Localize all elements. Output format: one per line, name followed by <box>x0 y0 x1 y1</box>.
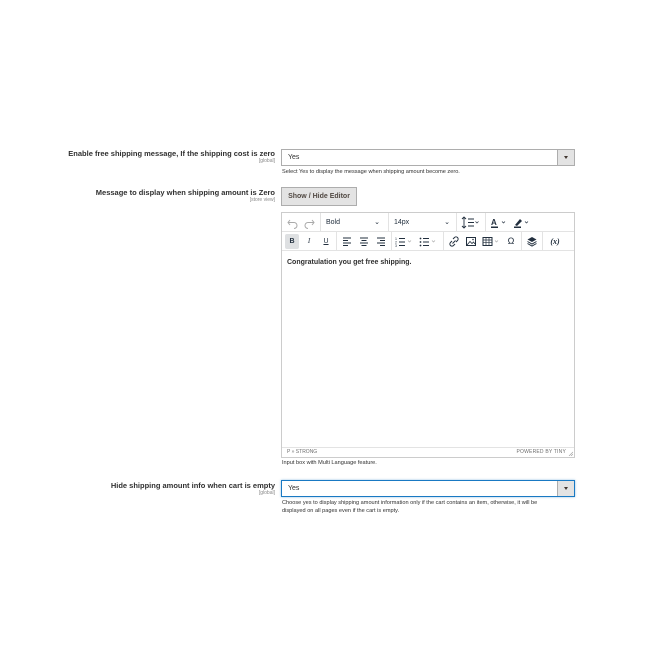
bullet-list-icon[interactable] <box>418 234 440 249</box>
message-label-group: Message to display when shipping amount … <box>96 188 275 204</box>
undo-icon[interactable] <box>286 215 299 230</box>
table-icon[interactable] <box>481 234 503 249</box>
chevron-down-icon[interactable] <box>557 481 574 496</box>
redo-icon[interactable] <box>303 215 316 230</box>
format-select-value: Bold <box>326 219 341 226</box>
font-size-select[interactable]: 14px ⌄ <box>390 215 454 230</box>
hide-empty-note: Choose yes to display shipping amount in… <box>282 499 576 515</box>
editor-toolbar-row-1: Bold ⌄ 14px ⌄ A <box>282 213 574 232</box>
chevron-down-icon: ⌄ <box>374 219 380 226</box>
image-icon[interactable] <box>464 234 478 249</box>
svg-text:A: A <box>491 218 497 227</box>
svg-text:3: 3 <box>395 244 397 248</box>
line-height-button[interactable] <box>459 215 481 230</box>
free-shipping-label: Enable free shipping message, If the shi… <box>68 149 275 158</box>
hide-empty-note-line-1: Choose yes to display shipping amount in… <box>282 500 538 506</box>
free-shipping-select-value: Yes <box>288 154 300 161</box>
highlight-color-icon[interactable] <box>511 215 533 230</box>
hide-empty-label-group: Hide shipping amount info when cart is e… <box>111 481 275 497</box>
toolbar-divider <box>456 213 457 231</box>
insert-variable-button[interactable]: (x) <box>545 234 565 249</box>
text-color-button[interactable]: A <box>488 215 510 230</box>
chevron-down-icon: ⌄ <box>444 219 450 226</box>
message-scope: [store view] <box>249 197 275 203</box>
toolbar-divider <box>391 232 392 250</box>
editor-status-bar: P » STRONG POWERED BY TINY <box>282 447 574 457</box>
hide-empty-label: Hide shipping amount info when cart is e… <box>110 481 275 490</box>
rich-text-editor: Bold ⌄ 14px ⌄ A B I U 1 2 3 Ω (x) Congra… <box>281 212 575 458</box>
italic-button[interactable]: I <box>302 234 316 249</box>
numbered-list-icon[interactable]: 123 <box>394 234 416 249</box>
hide-empty-scope: [global] <box>258 490 275 496</box>
special-character-icon[interactable]: Ω <box>504 234 518 249</box>
align-right-icon[interactable] <box>374 234 388 249</box>
link-icon[interactable] <box>447 234 461 249</box>
hide-empty-select[interactable]: Yes <box>281 480 575 497</box>
toolbar-divider <box>388 213 389 231</box>
free-shipping-select[interactable]: Yes <box>281 149 575 166</box>
resize-handle-icon[interactable] <box>568 451 573 456</box>
tiny-branding[interactable]: POWERED BY TINY <box>517 448 567 457</box>
align-center-icon[interactable] <box>357 234 371 249</box>
bold-button[interactable]: B <box>285 234 299 249</box>
toolbar-divider <box>336 232 337 250</box>
toolbar-divider <box>443 232 444 250</box>
chevron-down-icon[interactable] <box>557 150 574 165</box>
message-note: Input box with Multi Language feature. <box>282 460 377 466</box>
toolbar-divider <box>521 232 522 250</box>
editor-toolbar-row-2: B I U 123 Ω (x) <box>282 232 574 251</box>
show-hide-editor-button[interactable]: Show / Hide Editor <box>281 187 357 206</box>
font-size-select-value: 14px <box>394 219 410 226</box>
element-path[interactable]: P » STRONG <box>287 448 317 457</box>
toolbar-divider <box>485 213 486 231</box>
toolbar-divider <box>542 232 543 250</box>
free-shipping-scope: [global] <box>258 158 275 164</box>
toolbar-divider <box>320 213 321 231</box>
hide-empty-select-value: Yes <box>288 485 300 492</box>
underline-button[interactable]: U <box>319 234 333 249</box>
free-shipping-note: Select Yes to display the message when s… <box>282 169 460 175</box>
hide-empty-note-line-2: displayed on all pages even if the cart … <box>282 508 400 514</box>
free-shipping-label-group: Enable free shipping message, If the shi… <box>68 149 275 165</box>
align-left-icon[interactable] <box>340 234 354 249</box>
widget-icon[interactable] <box>525 234 539 249</box>
editor-content[interactable]: Congratulation you get free shipping. <box>287 259 411 266</box>
format-select[interactable]: Bold ⌄ <box>322 215 384 230</box>
message-label: Message to display when shipping amount … <box>95 188 275 197</box>
